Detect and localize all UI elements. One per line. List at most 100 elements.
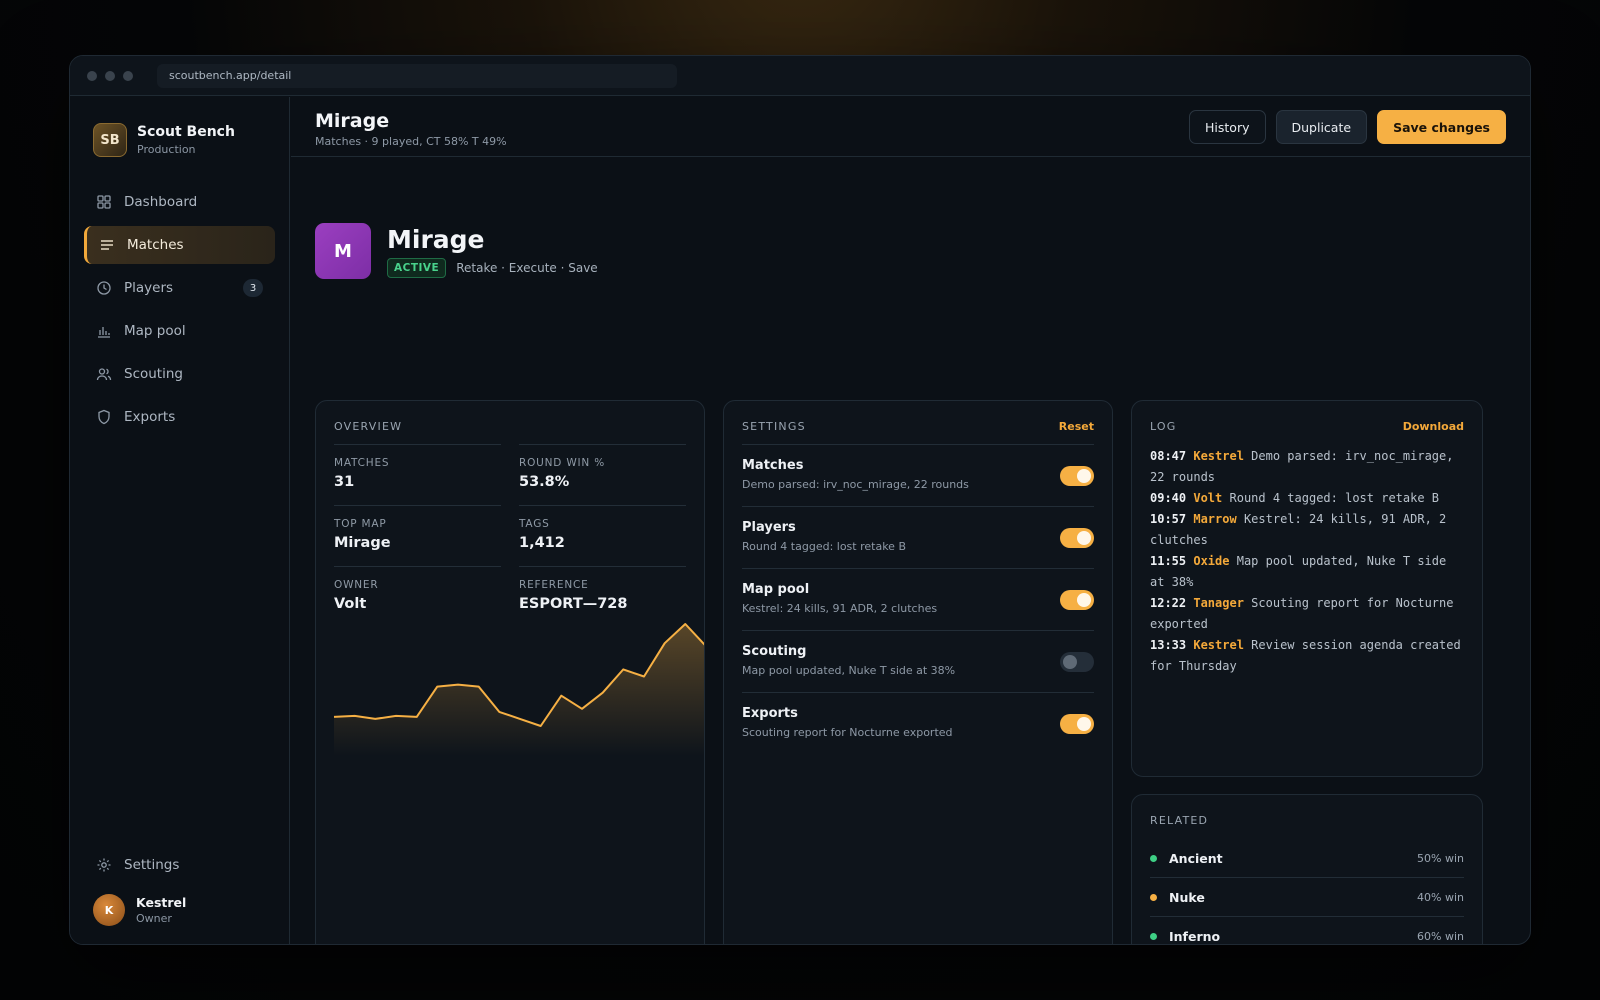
sidebar: SB Scout Bench Production Dashboard Matc… <box>70 97 290 944</box>
brand: SB Scout Bench Production <box>70 97 289 157</box>
log-entry: 12:22 Tanager Scouting report for Noctur… <box>1150 593 1464 635</box>
log-user: Marrow <box>1193 512 1237 526</box>
sidebar-item-exports[interactable]: Exports <box>84 398 275 436</box>
exports-toggle[interactable] <box>1060 714 1094 734</box>
sidebar-item-map-pool[interactable]: Map pool <box>84 312 275 350</box>
history-button[interactable]: History <box>1189 110 1266 144</box>
toggle-knob <box>1077 593 1091 607</box>
sidebar-item-settings[interactable]: Settings <box>84 846 275 884</box>
save-changes-button[interactable]: Save changes <box>1377 110 1506 144</box>
window-maximize-dot[interactable] <box>123 70 133 81</box>
scouting-toggle[interactable] <box>1060 652 1094 672</box>
stat-label: OWNER <box>334 579 379 591</box>
log-card: LOG Download 08:47 Kestrel Demo parsed: … <box>1131 400 1483 777</box>
players-toggle[interactable] <box>1060 528 1094 548</box>
related-value: 60% win <box>1417 930 1464 943</box>
log-time: 11:55 <box>1150 554 1187 568</box>
related-item-inferno[interactable]: Inferno 60% win <box>1150 917 1464 944</box>
setting-description: Kestrel: 24 kills, 91 ADR, 2 clutches <box>742 602 938 615</box>
status-dot <box>1150 933 1157 940</box>
user-role: Owner <box>136 912 172 925</box>
stat-value: Volt <box>334 596 367 612</box>
gear-icon <box>97 858 111 872</box>
settings-list: Matches Demo parsed: irv_noc_mirage, 22 … <box>724 444 1112 754</box>
stat-tags: TAGS 1,412 <box>519 505 686 566</box>
setting-row-players: Players Round 4 tagged: lost retake B <box>742 506 1094 568</box>
overview-stats: MATCHES 31 ROUND WIN % 53.8% TOP MAP Mir… <box>316 433 704 627</box>
log-user: Tanager <box>1193 596 1244 610</box>
sidebar-item-dashboard[interactable]: Dashboard <box>84 183 275 221</box>
list-icon <box>101 240 113 250</box>
entity-avatar: M <box>315 223 371 279</box>
sidebar-item-scouting[interactable]: Scouting <box>84 355 275 393</box>
bar-chart-icon <box>98 327 110 338</box>
players-count-badge: 3 <box>243 279 263 297</box>
log-user: Volt <box>1193 491 1223 505</box>
stat-label: TAGS <box>519 518 550 530</box>
grid-icon <box>97 195 111 209</box>
setting-row-map-pool: Map pool Kestrel: 24 kills, 91 ADR, 2 cl… <box>742 568 1094 630</box>
stat-matches: MATCHES 31 <box>334 444 501 505</box>
log-time: 10:57 <box>1150 512 1187 526</box>
address-bar[interactable]: scoutbench.app/detail <box>157 63 677 88</box>
setting-title: Exports <box>742 706 798 721</box>
clock-icon <box>97 281 111 295</box>
trend-chart <box>333 623 704 756</box>
download-button[interactable]: Download <box>1403 420 1464 433</box>
user-profile[interactable]: K Kestrel Owner <box>93 894 186 926</box>
settings-card: SETTINGS Reset Matches Demo parsed: irv_… <box>723 400 1113 944</box>
log-entry: 10:57 Marrow Kestrel: 24 kills, 91 ADR, … <box>1150 509 1464 551</box>
entity-title: Mirage <box>387 224 485 254</box>
setting-description: Scouting report for Nocturne exported <box>742 726 953 739</box>
status-badge: ACTIVE <box>387 257 447 278</box>
sidebar-item-matches[interactable]: Matches <box>84 226 275 264</box>
map-pool-toggle[interactable] <box>1060 590 1094 610</box>
log-entry: 11:55 Oxide Map pool updated, Nuke T sid… <box>1150 551 1464 593</box>
setting-title: Players <box>742 520 796 535</box>
sidebar-item-label: Matches <box>127 237 184 253</box>
log-time: 13:33 <box>1150 638 1187 652</box>
reset-button[interactable]: Reset <box>1059 420 1094 433</box>
stat-round-win: ROUND WIN % 53.8% <box>519 444 686 505</box>
stat-top-map: TOP MAP Mirage <box>334 505 501 566</box>
log-heading: LOG <box>1150 420 1177 433</box>
stat-value: 1,412 <box>519 535 565 551</box>
log-entry: 09:40 Volt Round 4 tagged: lost retake B <box>1150 488 1464 509</box>
overview-card: OVERVIEW MATCHES 31 ROUND WIN % 53.8% TO… <box>315 400 705 944</box>
log-user: Oxide <box>1193 554 1230 568</box>
log-user: Kestrel <box>1193 638 1244 652</box>
entity-tags: Retake · Execute · Save <box>456 260 598 275</box>
trend-area <box>334 624 704 756</box>
setting-description: Round 4 tagged: lost retake B <box>742 540 906 553</box>
sidebar-item-players[interactable]: Players 3 <box>84 269 275 307</box>
status-dot <box>1150 893 1157 901</box>
log-time: 12:22 <box>1150 596 1187 610</box>
entity-header: M Mirage ACTIVE Retake · Execute · Save <box>315 223 598 279</box>
matches-toggle[interactable] <box>1060 466 1094 486</box>
brand-logo: SB <box>93 123 127 157</box>
user-name: Kestrel <box>136 895 187 910</box>
related-item-ancient[interactable]: Ancient 50% win <box>1150 839 1464 878</box>
log-entry: 08:47 Kestrel Demo parsed: irv_noc_mirag… <box>1150 446 1464 488</box>
related-card: RELATED Ancient 50% win Nuke 40% win Inf… <box>1131 794 1483 944</box>
window-close-dot[interactable] <box>87 70 97 81</box>
duplicate-button[interactable]: Duplicate <box>1275 110 1368 144</box>
window-minimize-dot[interactable] <box>105 70 115 81</box>
log-entry: 13:33 Kestrel Review session agenda crea… <box>1150 635 1464 677</box>
toggle-knob <box>1077 717 1091 731</box>
toggle-knob <box>1077 469 1091 483</box>
app-window: scoutbench.app/detail SB Scout Bench Pro… <box>69 55 1531 945</box>
sidebar-item-label: Map pool <box>124 323 186 339</box>
brand-name: Scout Bench <box>137 124 235 140</box>
header-actions: History Duplicate Save changes <box>1189 110 1506 144</box>
status-dot <box>1150 854 1157 862</box>
setting-description: Demo parsed: irv_noc_mirage, 22 rounds <box>742 478 969 491</box>
title-bar: scoutbench.app/detail <box>70 56 1530 96</box>
stat-label: REFERENCE <box>519 579 589 591</box>
related-item-nuke[interactable]: Nuke 40% win <box>1150 878 1464 917</box>
related-name: Inferno <box>1169 929 1221 944</box>
sidebar-nav: Dashboard Matches Players 3 Map pool Sco… <box>70 183 289 436</box>
settings-heading: SETTINGS <box>742 420 806 433</box>
stat-value: ESPORT—728 <box>519 596 628 612</box>
sidebar-item-label: Settings <box>124 857 180 873</box>
